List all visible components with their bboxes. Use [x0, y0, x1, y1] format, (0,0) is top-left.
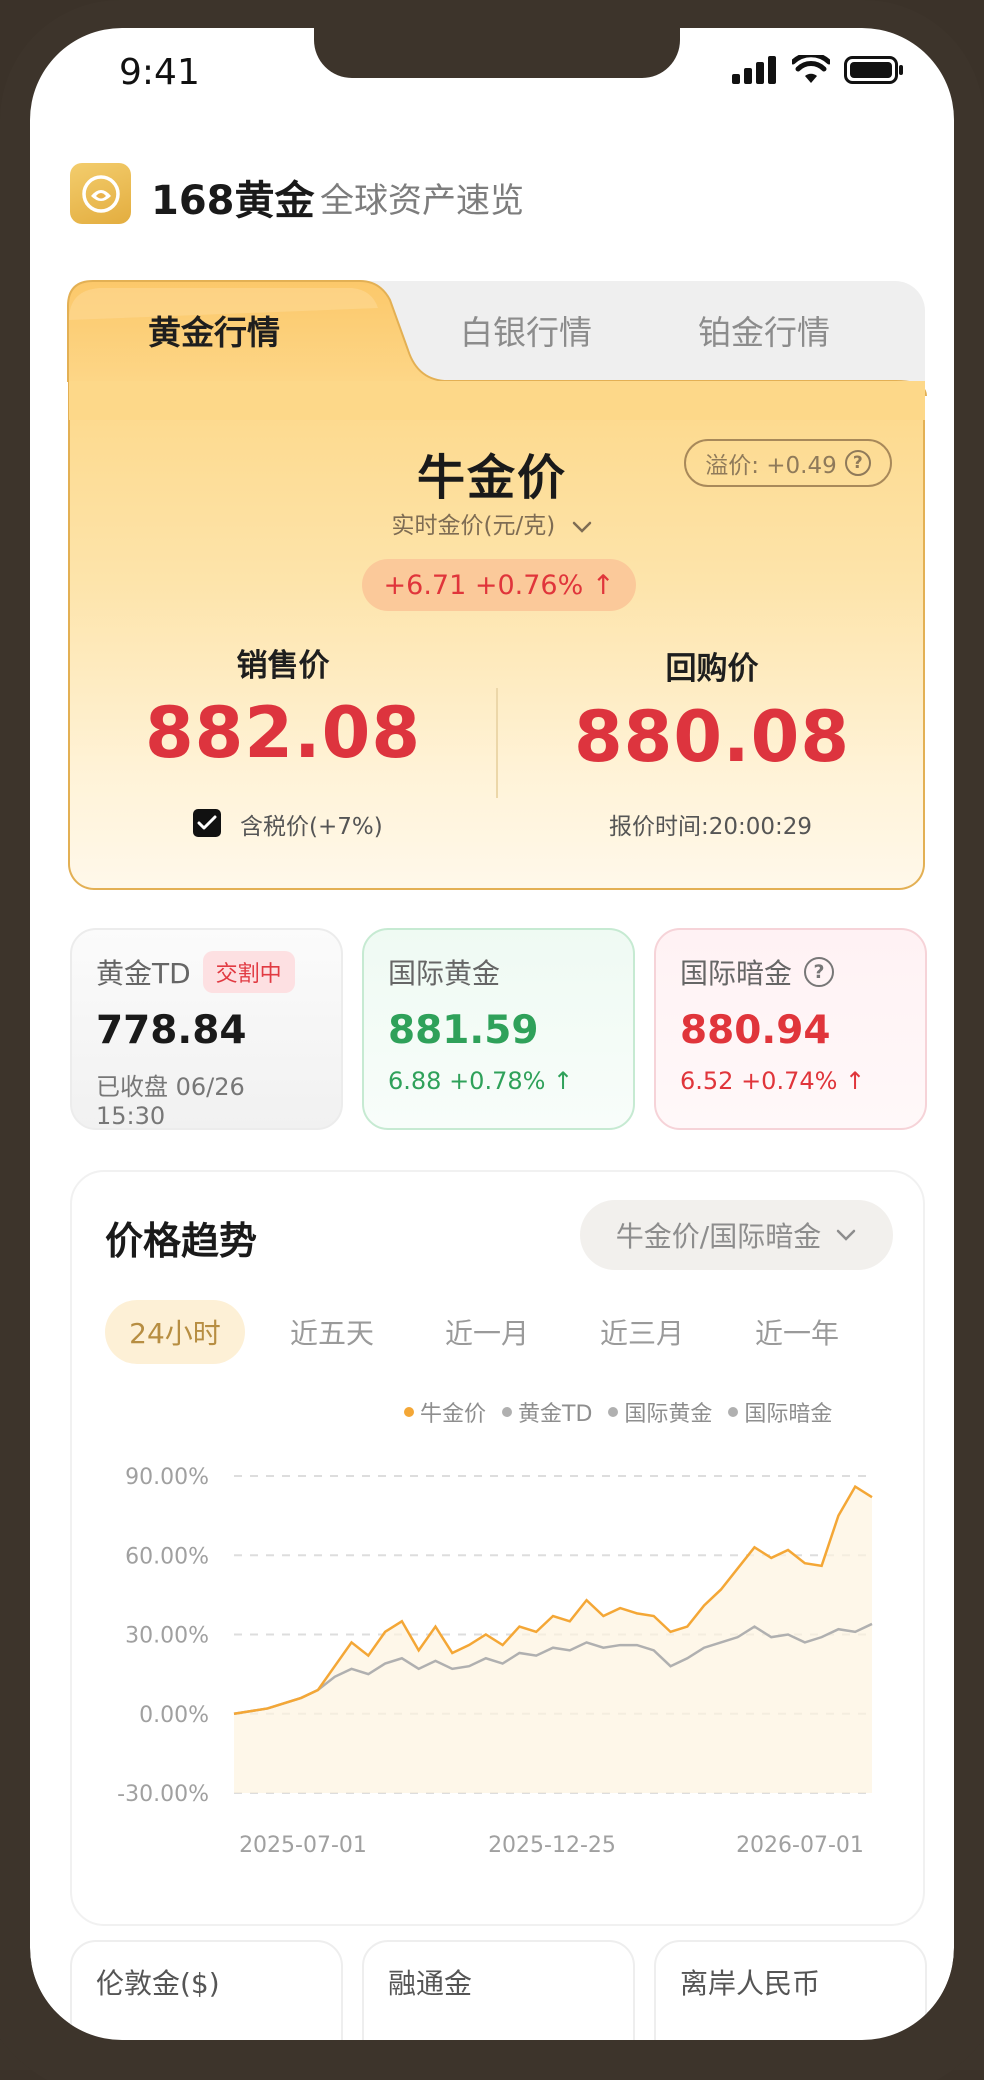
phone-frame-bottom: [0, 2040, 984, 2070]
y-tick-label: 60.00%: [125, 1544, 209, 1569]
y-tick-label: 30.00%: [125, 1624, 209, 1649]
y-tick-label: -30.00%: [117, 1782, 209, 1807]
y-tick-label: 0.00%: [139, 1703, 209, 1728]
series-area-niujin: [234, 1486, 872, 1793]
y-tick-label: 90.00%: [125, 1465, 209, 1490]
x-tick-label: 2026-07-01: [736, 1833, 864, 1858]
x-tick-label: 2025-07-01: [239, 1833, 367, 1858]
trend-chart: 90.00% 60.00% 30.00% 0.00% -30.00% 2025-07-01…: [117, 1465, 873, 1858]
x-tick-label: 2025-12-25: [488, 1833, 616, 1858]
